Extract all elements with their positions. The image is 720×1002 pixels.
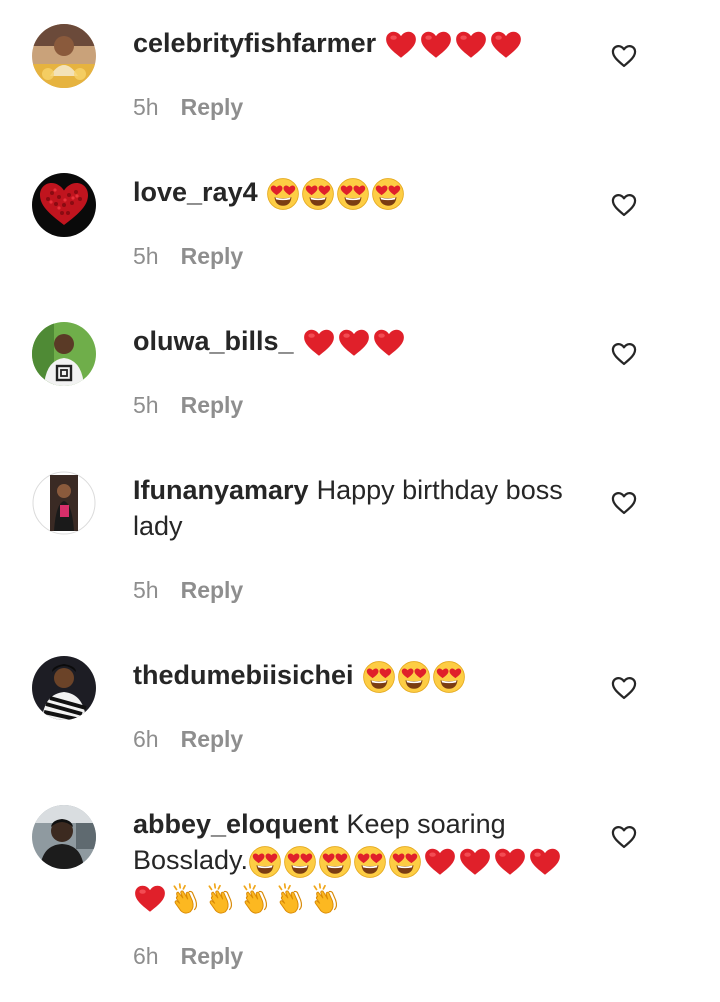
heart-eyes-emoji-icon: [371, 177, 405, 211]
heart-eyes-emoji-icon: [318, 845, 352, 879]
comment-text-line: Ifunanyamary Happy birthday boss lady: [133, 472, 573, 544]
red-heart-emoji-icon: [337, 326, 371, 360]
clapping-hands-emoji-icon: [168, 882, 202, 916]
heart-eyes-emoji-icon: [336, 177, 370, 211]
clapping-hands-emoji-icon: [308, 882, 342, 916]
heart-eyes-emoji-icon: [397, 660, 431, 694]
comment-body: abbey_eloquent Keep soaring Bosslady.: [133, 806, 573, 916]
comment-meta: 5h Reply: [133, 392, 243, 419]
avatar[interactable]: [32, 656, 96, 720]
reply-button[interactable]: Reply: [181, 392, 244, 418]
red-heart-emoji-icon: [528, 845, 562, 879]
comment-body: celebrityfishfarmer: [133, 25, 588, 62]
comment-meta: 5h Reply: [133, 94, 243, 121]
reply-button[interactable]: Reply: [181, 943, 244, 969]
clapping-hands-emoji-icon: [273, 882, 307, 916]
comment-timestamp: 6h: [133, 726, 159, 752]
comment-meta: 5h Reply: [133, 577, 243, 604]
avatar[interactable]: [32, 471, 96, 535]
comment-text-line: oluwa_bills_: [133, 323, 588, 360]
reply-button[interactable]: Reply: [181, 577, 244, 603]
comment-username[interactable]: thedumebiisichei: [133, 660, 354, 690]
comment-body: oluwa_bills_: [133, 323, 588, 360]
comment-text-line: abbey_eloquent Keep soaring Bosslady.: [133, 806, 573, 916]
comment-emojis: [384, 28, 524, 58]
comment-text-line: love_ray4: [133, 174, 588, 211]
red-heart-emoji-icon: [489, 28, 523, 62]
red-heart-emoji-icon: [384, 28, 418, 62]
avatar[interactable]: [32, 322, 96, 386]
comment-text-line: thedumebiisichei: [133, 657, 588, 694]
red-heart-emoji-icon: [133, 882, 167, 916]
red-heart-emoji-icon: [493, 845, 527, 879]
red-heart-emoji-icon: [419, 28, 453, 62]
avatar[interactable]: [32, 805, 96, 869]
reply-button[interactable]: Reply: [181, 243, 244, 269]
comment-meta: 6h Reply: [133, 943, 243, 970]
avatar[interactable]: [32, 24, 96, 88]
red-heart-emoji-icon: [423, 845, 457, 879]
comment-timestamp: 5h: [133, 94, 159, 120]
red-heart-emoji-icon: [302, 326, 336, 360]
red-heart-emoji-icon: [454, 28, 488, 62]
comment-emojis: [266, 177, 406, 210]
reply-button[interactable]: Reply: [181, 94, 244, 120]
comment-username[interactable]: Ifunanyamary: [133, 475, 309, 505]
comment-body: love_ray4: [133, 174, 588, 211]
clapping-hands-emoji-icon: [203, 882, 237, 916]
like-heart-icon[interactable]: [610, 674, 638, 702]
red-heart-emoji-icon: [372, 326, 406, 360]
like-heart-icon[interactable]: [610, 42, 638, 70]
comment-meta: 5h Reply: [133, 243, 243, 270]
comment-timestamp: 6h: [133, 943, 159, 969]
like-heart-icon[interactable]: [610, 489, 638, 517]
comment-body: thedumebiisichei: [133, 657, 588, 694]
heart-eyes-emoji-icon: [301, 177, 335, 211]
comment-username[interactable]: abbey_eloquent: [133, 809, 339, 839]
red-heart-emoji-icon: [458, 845, 492, 879]
comment-timestamp: 5h: [133, 392, 159, 418]
like-heart-icon[interactable]: [610, 191, 638, 219]
heart-eyes-emoji-icon: [248, 845, 282, 879]
like-heart-icon[interactable]: [610, 823, 638, 851]
comment-timestamp: 5h: [133, 577, 159, 603]
comment-meta: 6h Reply: [133, 726, 243, 753]
comment-username[interactable]: celebrityfishfarmer: [133, 28, 376, 58]
heart-eyes-emoji-icon: [362, 660, 396, 694]
heart-eyes-emoji-icon: [388, 845, 422, 879]
reply-button[interactable]: Reply: [181, 726, 244, 752]
heart-eyes-emoji-icon: [353, 845, 387, 879]
heart-eyes-emoji-icon: [283, 845, 317, 879]
heart-eyes-emoji-icon: [266, 177, 300, 211]
heart-eyes-emoji-icon: [432, 660, 466, 694]
comment-timestamp: 5h: [133, 243, 159, 269]
comment-username[interactable]: love_ray4: [133, 177, 258, 207]
like-heart-icon[interactable]: [610, 340, 638, 368]
comment-emojis: [302, 326, 407, 356]
avatar[interactable]: [32, 173, 96, 237]
clapping-hands-emoji-icon: [238, 882, 272, 916]
comment-text-line: celebrityfishfarmer: [133, 25, 588, 62]
comment-emojis: [362, 660, 467, 693]
comment-username[interactable]: oluwa_bills_: [133, 326, 294, 356]
comment-body: Ifunanyamary Happy birthday boss lady: [133, 472, 573, 544]
